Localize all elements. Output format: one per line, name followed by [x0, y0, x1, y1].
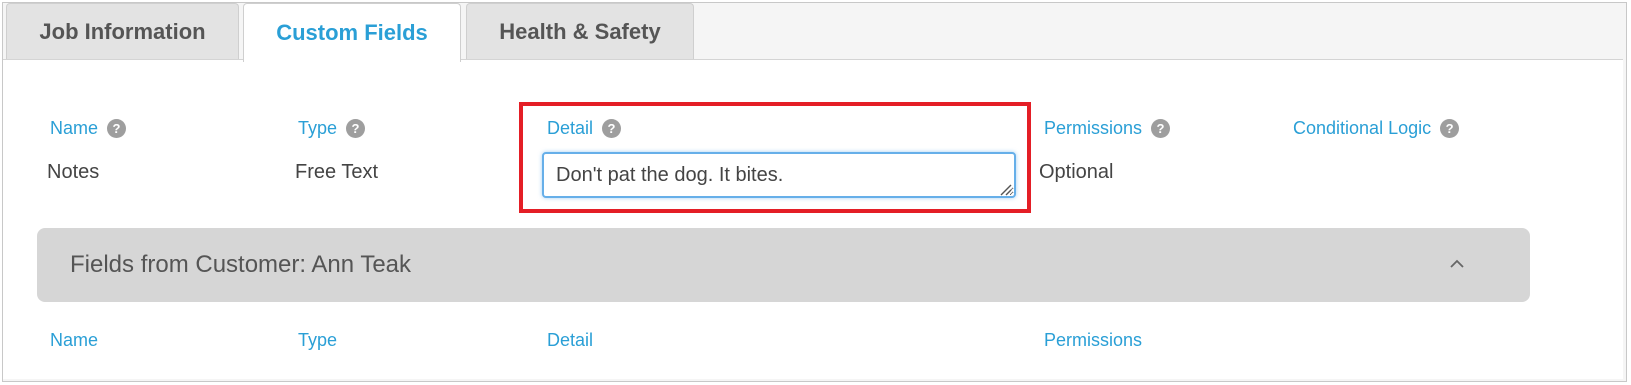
customer-header-detail-label: Detail	[547, 330, 594, 350]
name-help-icon[interactable]: ?	[107, 119, 127, 138]
header-name: Name ?	[50, 118, 127, 139]
header-name-label: Name	[50, 118, 99, 138]
conditional-logic-help-icon[interactable]: ?	[1440, 119, 1460, 138]
chevron-up-icon[interactable]	[1447, 254, 1467, 274]
header-type-label: Type	[298, 118, 338, 138]
header-conditional-logic-label: Conditional Logic	[1293, 118, 1432, 138]
header-conditional-logic: Conditional Logic ?	[1293, 118, 1460, 139]
field-name-value: Notes	[47, 161, 100, 183]
customer-header-name: Name	[50, 330, 98, 351]
customer-fields-panel-header[interactable]: Fields from Customer: Ann Teak	[37, 228, 1530, 302]
header-type: Type ?	[298, 118, 366, 139]
tab-custom-fields[interactable]: Custom Fields	[243, 3, 461, 62]
header-detail-label: Detail	[547, 118, 594, 138]
tab-content	[3, 59, 1623, 379]
customer-header-permissions: Permissions	[1044, 330, 1142, 351]
tab-job-information-label: Job Information	[39, 19, 206, 44]
detail-textarea[interactable]: Don't pat the dog. It bites.	[542, 152, 1016, 198]
permissions-help-icon[interactable]: ?	[1151, 119, 1171, 138]
customer-header-type: Type	[298, 330, 337, 351]
customer-header-detail: Detail	[547, 330, 593, 351]
resize-grip-icon[interactable]	[998, 182, 1012, 196]
customer-header-name-label: Name	[50, 330, 99, 350]
detail-help-icon[interactable]: ?	[602, 119, 622, 138]
customer-fields-panel-title: Fields from Customer: Ann Teak	[70, 251, 412, 278]
field-type-value: Free Text	[295, 161, 378, 183]
header-permissions-label: Permissions	[1044, 118, 1143, 138]
type-help-icon[interactable]: ?	[346, 119, 366, 138]
tab-health-safety-label: Health & Safety	[499, 19, 661, 44]
header-detail: Detail ?	[547, 118, 622, 139]
field-permissions-value: Optional	[1039, 161, 1114, 183]
tab-custom-fields-label: Custom Fields	[276, 20, 428, 45]
tab-health-safety[interactable]: Health & Safety	[466, 3, 694, 60]
tab-job-information[interactable]: Job Information	[6, 3, 239, 60]
customer-header-type-label: Type	[298, 330, 338, 350]
customer-header-permissions-label: Permissions	[1044, 330, 1143, 350]
header-permissions: Permissions ?	[1044, 118, 1171, 139]
